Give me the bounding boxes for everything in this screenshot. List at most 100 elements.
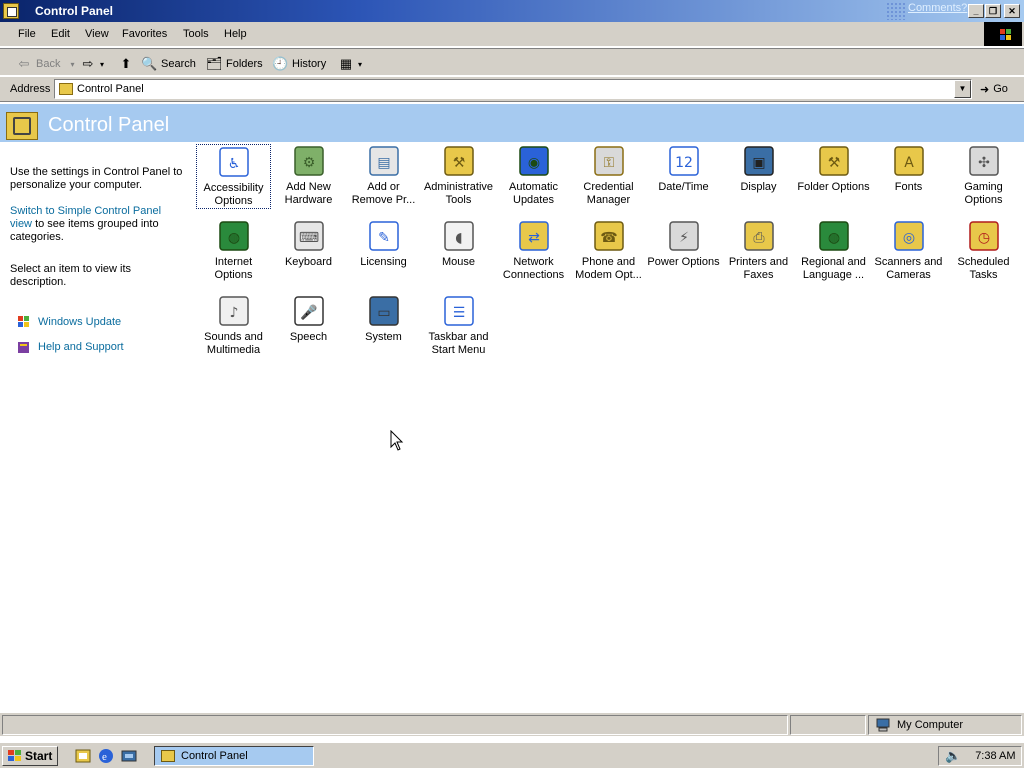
address-input[interactable]: Control Panel ▼ (54, 79, 972, 99)
cp-item-label: Internet Options (214, 256, 253, 281)
cp-item-internet-options[interactable]: ◍ Internet Options (196, 219, 271, 282)
cp-item-system[interactable]: ▭ System (346, 294, 421, 344)
sounds-multimedia-icon: ♪ (217, 294, 251, 328)
folders-button[interactable]: 🗂 Folders (206, 56, 263, 72)
cp-item-speech[interactable]: 🎤 Speech (271, 294, 346, 344)
cp-item-automatic-updates[interactable]: ◉ Automatic Updates (496, 144, 571, 207)
start-label: Start (25, 749, 53, 763)
clock[interactable]: 7:38 AM (975, 750, 1015, 762)
cp-item-taskbar-start-menu[interactable]: ☰ Taskbar and Start Menu (421, 294, 496, 357)
cp-item-mouse[interactable]: ◖ Mouse (421, 219, 496, 269)
cp-item-label: Speech (289, 331, 328, 343)
header-title: Control Panel (48, 114, 170, 136)
history-label: History (292, 58, 327, 70)
speech-icon: 🎤 (292, 294, 326, 328)
address-dropdown-button[interactable]: ▼ (954, 80, 971, 98)
cp-item-phone-modem[interactable]: ☎ Phone and Modem Opt... (571, 219, 646, 282)
zone-label: My Computer (897, 719, 964, 731)
cp-item-fonts[interactable]: A Fonts (871, 144, 946, 194)
title-bar: Control Panel Comments? _ ❐ ✕ (0, 0, 1024, 22)
cp-item-credential-manager[interactable]: ⚿ Credential Manager (571, 144, 646, 207)
menu-view[interactable]: View (85, 28, 109, 40)
help-support-link[interactable]: Help and Support (16, 339, 124, 355)
cp-item-keyboard[interactable]: ⌨ Keyboard (271, 219, 346, 269)
cp-item-label: Administrative Tools (423, 181, 494, 206)
volume-icon[interactable]: 🔈 (945, 748, 961, 764)
start-button[interactable]: Start (2, 746, 58, 766)
restore-button[interactable]: ❐ (985, 4, 1001, 18)
cp-item-label: System (365, 331, 402, 343)
cp-item-label: Phone and Modem Opt... (575, 256, 642, 281)
back-arrow-icon: ⇦ (18, 56, 30, 71)
svg-text:⌨: ⌨ (298, 230, 318, 246)
svg-text:A: A (904, 155, 914, 171)
history-button[interactable]: 🕘 History (272, 56, 326, 72)
internet-explorer-icon[interactable]: e (97, 747, 115, 765)
cp-item-administrative-tools[interactable]: ⚒ Administrative Tools (421, 144, 496, 207)
cp-item-label: Licensing (360, 256, 407, 268)
svg-text:⚒: ⚒ (452, 155, 465, 171)
cp-item-network-connections[interactable]: ⇄ Network Connections (496, 219, 571, 282)
cp-item-label: Printers and Faxes (728, 256, 789, 281)
cp-item-accessibility[interactable]: ♿ Accessibility Options (196, 144, 271, 209)
gaming-options-icon: ✣ (967, 144, 1001, 178)
svg-text:♿: ♿ (227, 156, 240, 172)
show-desktop-icon[interactable] (74, 747, 92, 765)
comments-link[interactable]: Comments? (908, 2, 967, 14)
cp-item-gaming-options[interactable]: ✣ Gaming Options (946, 144, 1021, 207)
windows-update-link[interactable]: Windows Update (16, 314, 121, 330)
go-label: Go (993, 83, 1008, 95)
cp-item-scanners-cameras[interactable]: ◎ Scanners and Cameras (871, 219, 946, 282)
cp-item-label: Scheduled Tasks (957, 256, 1010, 281)
menu-tools[interactable]: Tools (183, 28, 209, 40)
close-button[interactable]: ✕ (1004, 4, 1020, 18)
cp-item-licensing[interactable]: ✎ Licensing (346, 219, 421, 269)
cp-item-label: Power Options (647, 256, 720, 268)
cp-item-folder-options[interactable]: ⚒ Folder Options (796, 144, 871, 194)
add-remove-programs-icon: ▤ (367, 144, 401, 178)
back-button[interactable]: ⇦ Back ▾ (16, 56, 75, 72)
menu-favorites[interactable]: Favorites (122, 28, 167, 40)
system-icon: ▭ (367, 294, 401, 328)
cp-item-display[interactable]: ▣ Display (721, 144, 796, 194)
folders-label: Folders (226, 58, 263, 70)
taskbar: Start e Control Panel 🔈 7:38 AM (0, 742, 1024, 768)
address-bar: Address Control Panel ▼ ➜ Go (0, 77, 1024, 102)
cp-item-date-time[interactable]: 12 Date/Time (646, 144, 721, 194)
views-button[interactable]: ▦ ▾ (338, 56, 362, 72)
chevron-down-icon[interactable]: ▾ (100, 60, 104, 69)
status-bar: My Computer (0, 712, 1024, 736)
decorative-grid (886, 2, 906, 20)
go-button[interactable]: ➜ Go (980, 83, 1008, 96)
cp-item-scheduled-tasks[interactable]: ◷ Scheduled Tasks (946, 219, 1021, 282)
up-folder-button[interactable]: ⬆ (118, 56, 134, 72)
search-button[interactable]: 🔍 Search (141, 56, 196, 72)
windows-explorer-icon[interactable] (120, 747, 138, 765)
cp-item-add-hardware[interactable]: ⚙ Add New Hardware (271, 144, 346, 207)
menu-file[interactable]: File (18, 28, 36, 40)
cp-item-label: Mouse (441, 256, 476, 268)
credential-manager-icon: ⚿ (592, 144, 626, 178)
cp-item-printers-faxes[interactable]: ⎙ Printers and Faxes (721, 219, 796, 282)
cp-item-add-remove-programs[interactable]: ▤ Add or Remove Pr... (346, 144, 421, 207)
windows-update-icon (18, 316, 29, 327)
windows-update-label: Windows Update (38, 316, 122, 328)
switch-view-block: Switch to Simple Control Panel view to s… (10, 205, 185, 244)
keyboard-icon: ⌨ (292, 219, 326, 253)
folder-options-icon: ⚒ (817, 144, 851, 178)
taskbar-task-label: Control Panel (181, 750, 248, 762)
menu-edit[interactable]: Edit (51, 28, 70, 40)
cp-item-label: Add or Remove Pr... (351, 181, 416, 206)
cp-item-label: Fonts (894, 181, 923, 193)
taskbar-control-panel-button[interactable]: Control Panel (154, 746, 314, 766)
cp-item-regional-language[interactable]: ◍ Regional and Language ... (796, 219, 871, 282)
menu-help[interactable]: Help (224, 28, 247, 40)
chevron-down-icon[interactable]: ▾ (70, 60, 74, 69)
control-panel-icon[interactable] (3, 3, 19, 19)
cp-item-sounds-multimedia[interactable]: ♪ Sounds and Multimedia (196, 294, 271, 357)
cp-item-power-options[interactable]: ⚡ Power Options (646, 219, 721, 269)
forward-button[interactable]: ⇨ ▾ (80, 56, 104, 72)
chevron-down-icon[interactable]: ▾ (358, 60, 362, 69)
minimize-button[interactable]: _ (968, 4, 984, 18)
cp-item-label: Date/Time (658, 181, 709, 193)
